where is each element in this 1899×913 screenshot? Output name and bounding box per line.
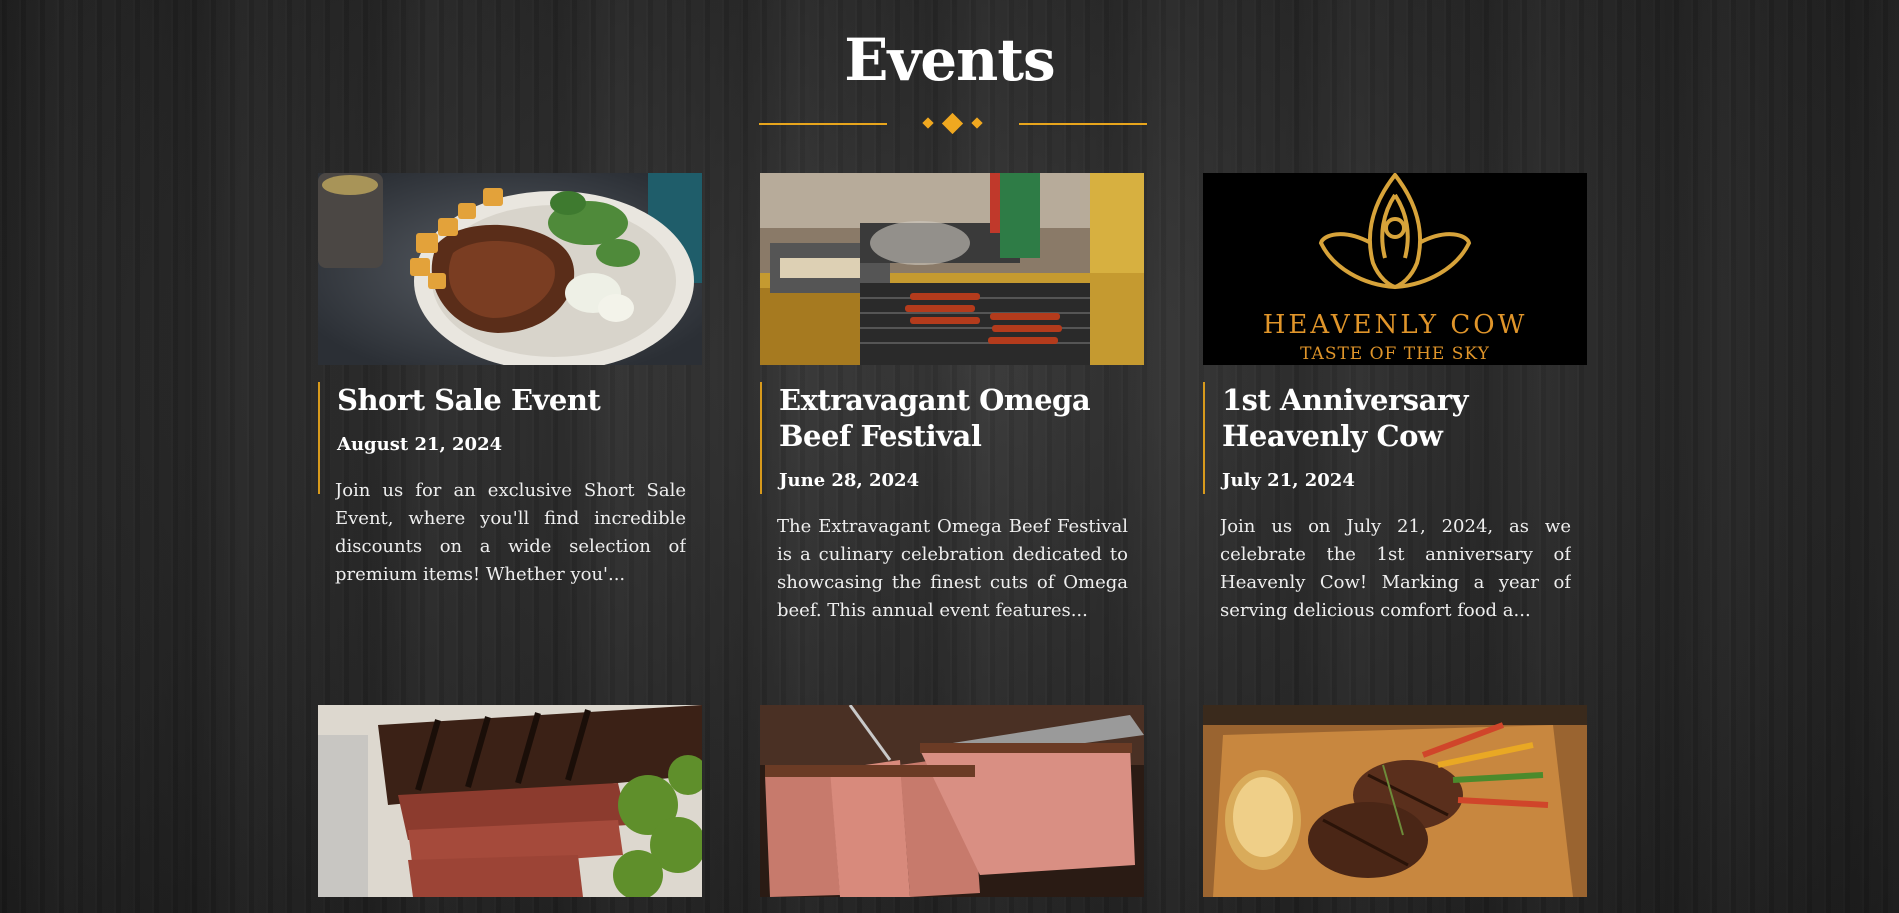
event-image-sliced-steak-broccoli[interactable]	[318, 705, 702, 897]
event-image-steak-board[interactable]	[1203, 705, 1587, 897]
event-card[interactable]	[1203, 705, 1587, 897]
event-title[interactable]: 1st Anniversary Heavenly Cow	[1222, 382, 1571, 454]
event-image-grill-festival[interactable]	[760, 173, 1144, 365]
svg-text:HEAVENLY COW: HEAVENLY COW	[1263, 310, 1528, 340]
event-date: August 21, 2024	[337, 434, 503, 455]
event-card[interactable]	[760, 705, 1144, 897]
title-divider	[759, 112, 1147, 136]
event-date: July 21, 2024	[1222, 470, 1355, 491]
event-description: The Extravagant Omega Beef Festival is a…	[777, 516, 1128, 621]
event-card[interactable]: Short Sale Event August 21, 2024 Join us…	[318, 173, 702, 585]
event-title[interactable]: Extravagant Omega Beef Festival	[779, 382, 1128, 454]
event-image-sliced-beef[interactable]	[760, 705, 1144, 897]
page-title: Events	[844, 26, 1055, 94]
event-description: Join us for an exclusive Short Sale Even…	[335, 480, 686, 585]
event-image-steak-plate[interactable]	[318, 173, 702, 365]
event-card[interactable]: Extravagant Omega Beef Festival June 28,…	[760, 173, 1144, 621]
event-image-heavenly-cow-logo[interactable]: HEAVENLY COW TASTE OF THE SKY	[1203, 173, 1587, 365]
event-card[interactable]	[318, 705, 702, 897]
event-date: June 28, 2024	[779, 470, 920, 491]
svg-text:TASTE OF THE SKY: TASTE OF THE SKY	[1300, 344, 1490, 364]
event-description: Join us on July 21, 2024, as we celebrat…	[1220, 516, 1571, 621]
heavenly-cow-logo-icon: HEAVENLY COW TASTE OF THE SKY	[1203, 173, 1587, 365]
event-title[interactable]: Short Sale Event	[337, 382, 686, 418]
event-card[interactable]: HEAVENLY COW TASTE OF THE SKY 1st Annive…	[1203, 173, 1587, 621]
